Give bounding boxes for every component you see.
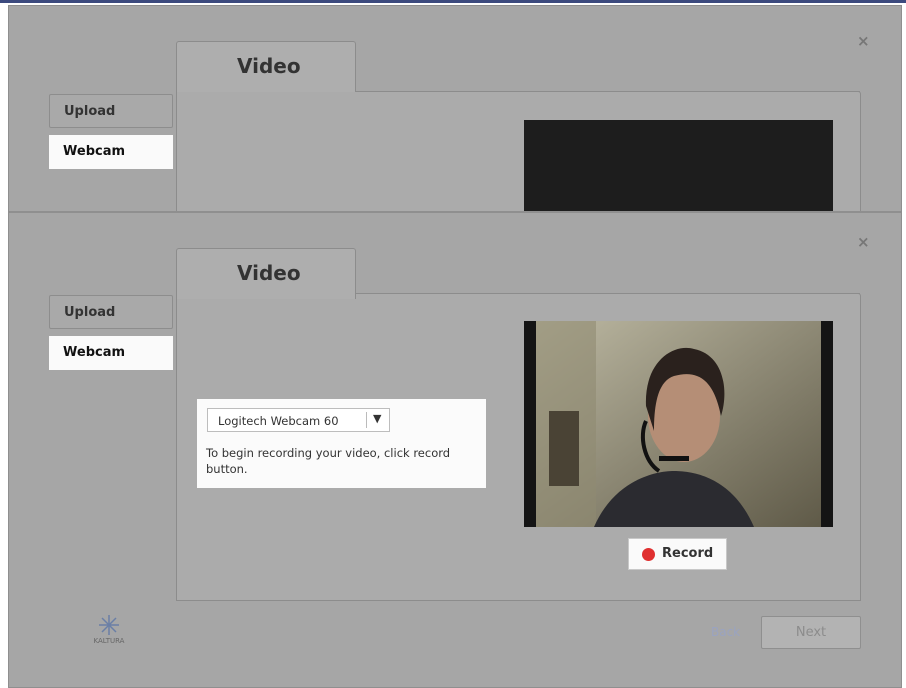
sidebar-item-upload[interactable]: Upload <box>49 94 173 128</box>
webcam-device-select[interactable]: Logitech Webcam 60 ▼ <box>207 408 390 432</box>
back-link[interactable]: Back <box>711 625 740 639</box>
record-icon <box>642 548 655 561</box>
kaltura-logo-icon <box>99 615 119 635</box>
close-icon[interactable]: × <box>857 32 870 50</box>
tab-video-label: Video <box>237 54 301 78</box>
close-icon[interactable]: × <box>857 233 870 251</box>
tab-video-label: Video <box>237 261 301 285</box>
sidebar-item-webcam[interactable]: Webcam <box>49 135 173 169</box>
record-button[interactable]: Record <box>628 538 727 570</box>
recording-instructions: To begin recording your video, click rec… <box>206 446 451 476</box>
kaltura-logo-text: KALTURA <box>93 637 125 645</box>
video-content-area <box>176 91 861 211</box>
sidebar-item-upload[interactable]: Upload <box>49 295 173 329</box>
upload-dialog-previous: × Video Upload Webcam <box>8 5 902 212</box>
sidebar-item-webcam[interactable]: Webcam <box>49 336 173 370</box>
window-top-border <box>0 0 906 3</box>
webcam-settings-box: Logitech Webcam 60 ▼ To begin recording … <box>197 399 486 488</box>
webcam-preview <box>524 120 833 211</box>
record-button-label: Record <box>662 546 714 561</box>
chevron-down-icon[interactable]: ▼ <box>373 412 381 425</box>
tab-video[interactable]: Video <box>176 41 356 92</box>
select-divider <box>366 412 367 428</box>
upload-dialog: × Video Upload Webcam Logitech Webcam 60… <box>8 212 902 688</box>
tab-video[interactable]: Video <box>176 248 356 299</box>
next-button[interactable]: Next <box>761 616 861 649</box>
webcam-preview <box>524 321 833 527</box>
kaltura-logo: KALTURA <box>79 613 139 653</box>
webcam-feed-image <box>524 321 833 527</box>
webcam-device-value: Logitech Webcam 60 <box>218 414 339 428</box>
